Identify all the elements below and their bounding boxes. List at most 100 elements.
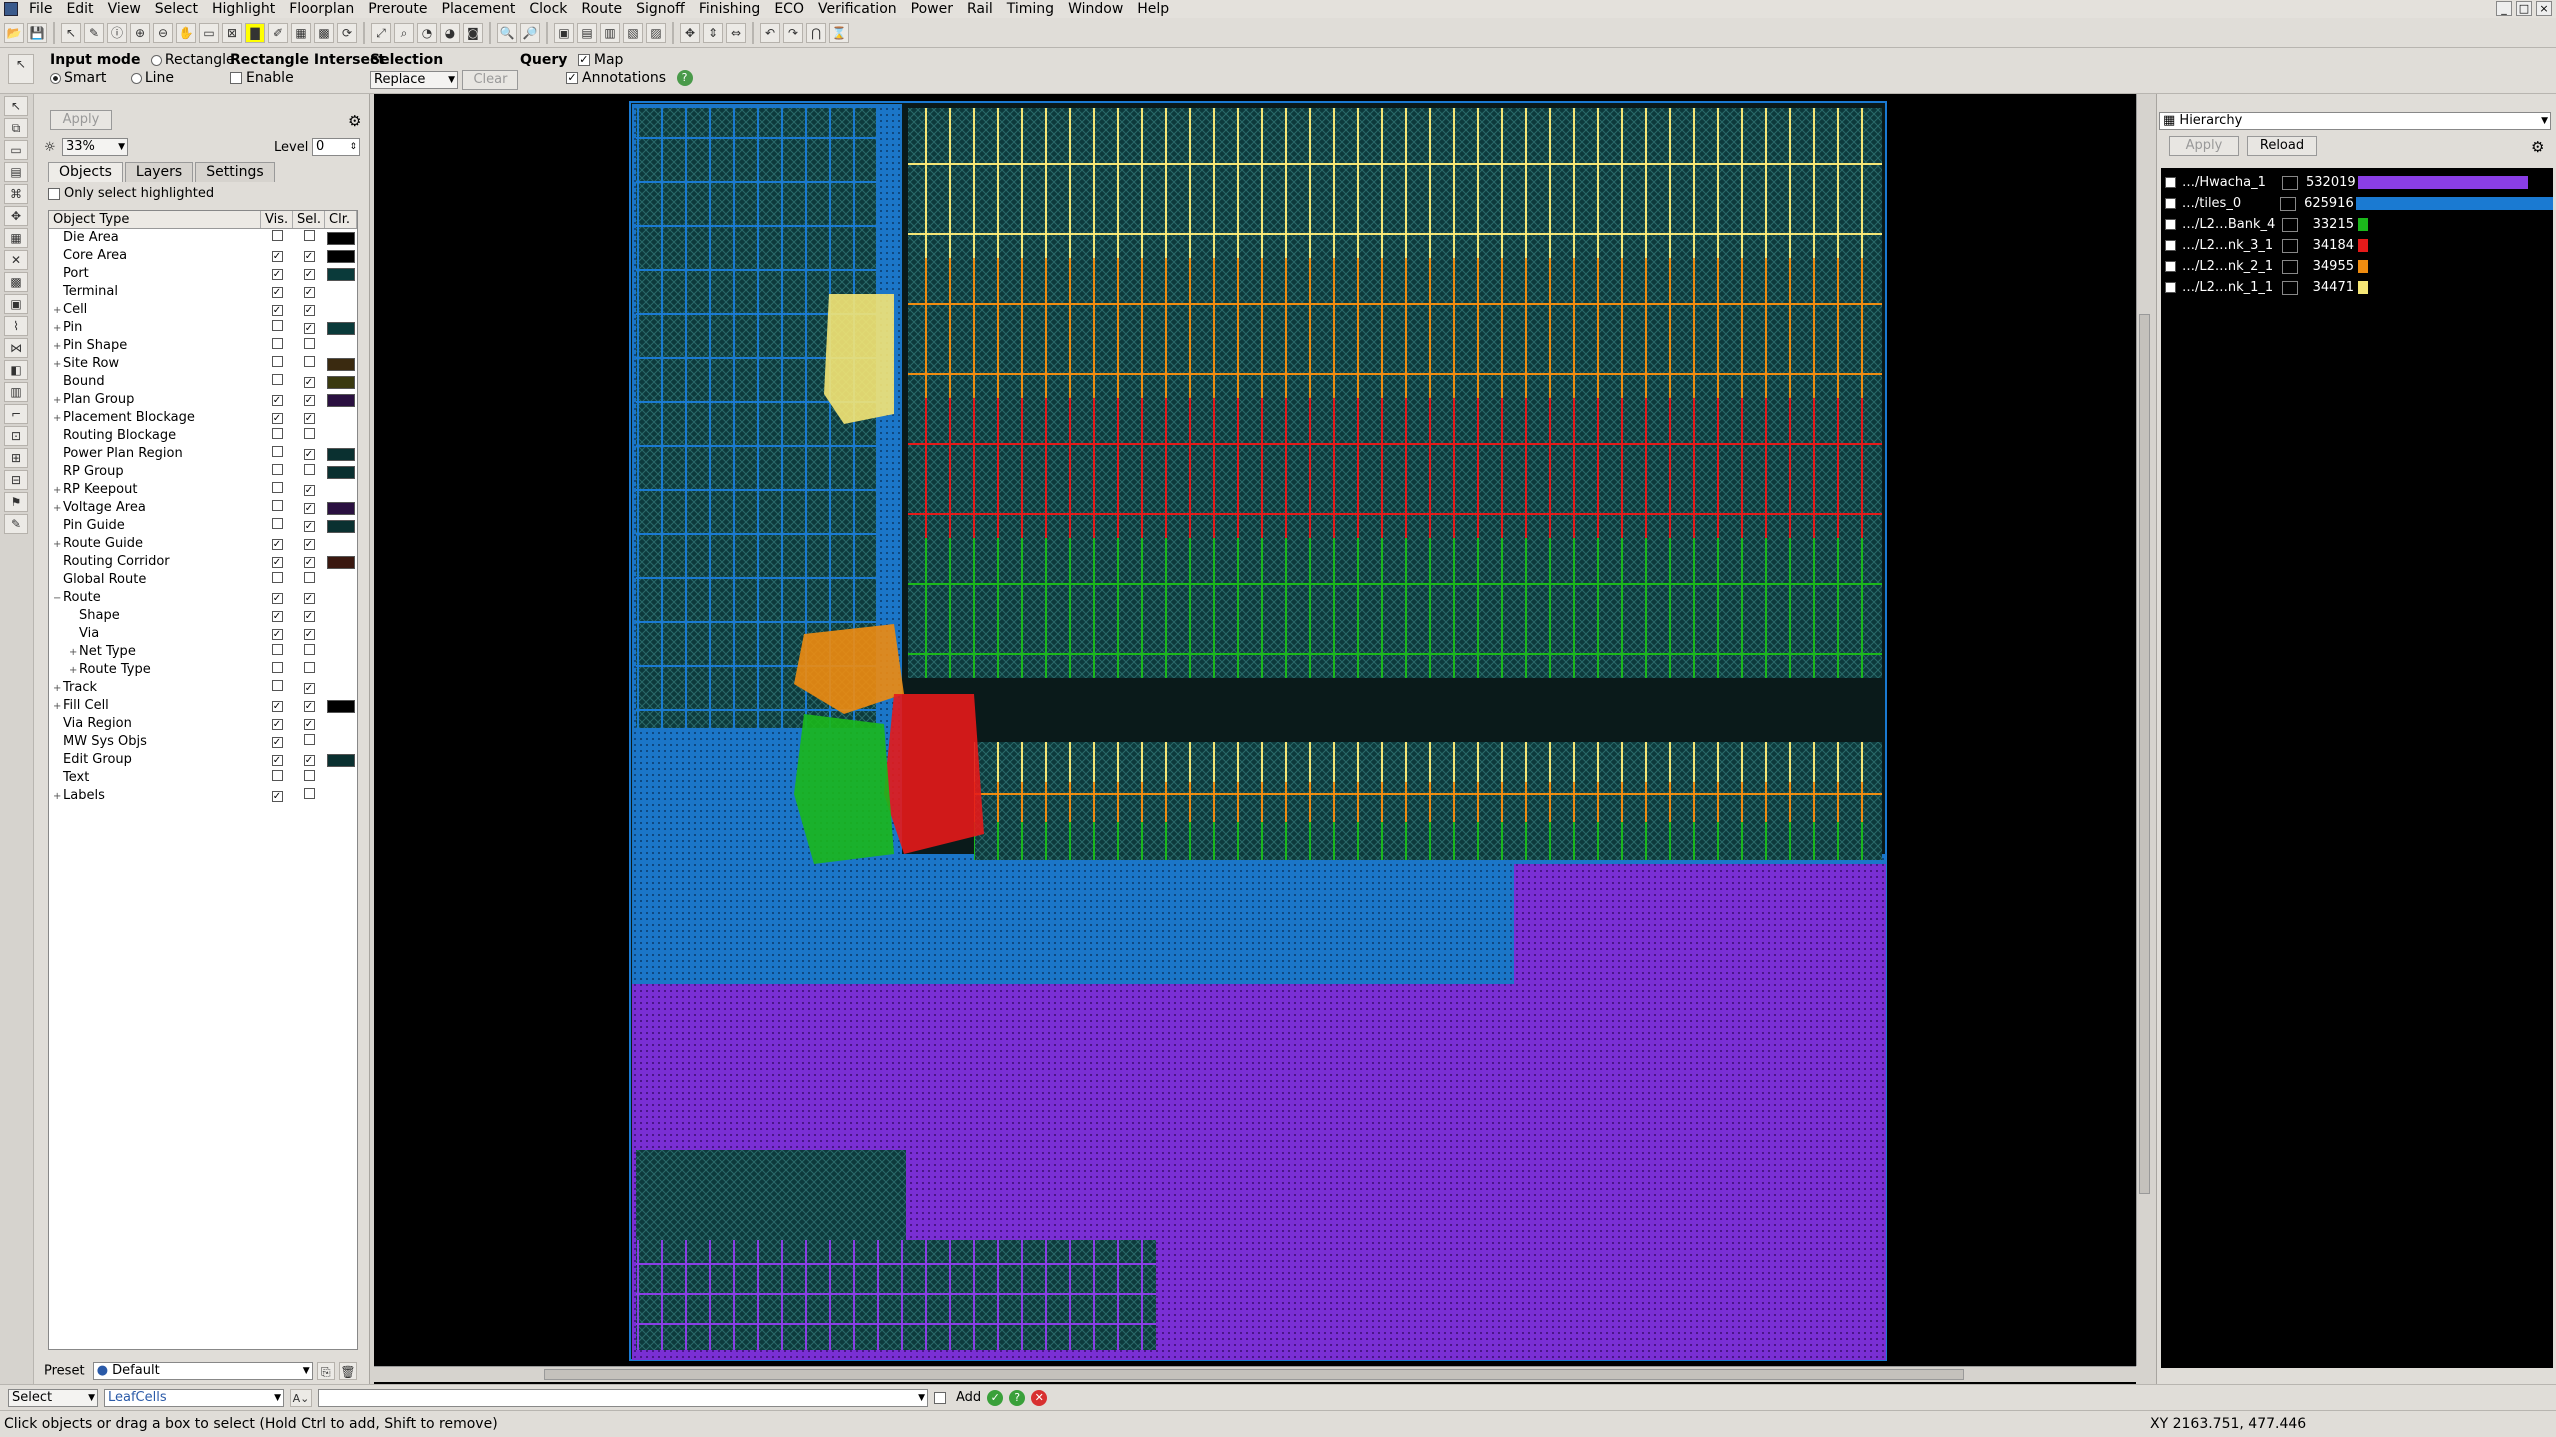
tool-select-icon[interactable]: ↖ xyxy=(4,96,28,116)
magnify-minus-icon[interactable]: 🔎 xyxy=(520,22,540,43)
expand-icon[interactable]: + xyxy=(53,320,63,338)
table-row[interactable]: + Fill Cell ✓ ✓ xyxy=(49,697,357,715)
color-fill-icon[interactable]: ▇ xyxy=(245,22,265,43)
table-row[interactable]: + Pin Shape xyxy=(49,337,357,355)
sel-checkbox[interactable] xyxy=(303,734,315,745)
history-icon[interactable]: ⌛ xyxy=(829,22,849,43)
vis-checkbox[interactable] xyxy=(271,500,283,511)
tool-measure-icon[interactable]: ⊟ xyxy=(4,470,28,490)
sel-checkbox[interactable]: ✓ xyxy=(303,521,315,532)
close-icon[interactable]: × xyxy=(2536,1,2552,16)
zoom-next-icon[interactable]: ◕ xyxy=(440,22,460,43)
hierarchy-checkbox[interactable]: ✓ xyxy=(2165,198,2176,209)
sel-checkbox[interactable]: ✓ xyxy=(303,377,315,388)
vis-checkbox[interactable] xyxy=(271,320,283,331)
expand-icon[interactable]: + xyxy=(53,698,63,716)
redo-icon[interactable]: ↷ xyxy=(783,22,803,43)
tool-link-icon[interactable]: ⌘ xyxy=(4,184,28,204)
vis-checkbox[interactable]: ✓ xyxy=(271,305,283,316)
refresh-icon[interactable]: ⟳ xyxy=(337,22,357,43)
hierarchy-checkbox[interactable]: ✓ xyxy=(2165,177,2176,188)
sel-checkbox[interactable]: ✓ xyxy=(303,611,315,622)
table-row[interactable]: + Plan Group ✓ ✓ xyxy=(49,391,357,409)
vis-checkbox[interactable] xyxy=(271,518,283,529)
table-row[interactable]: Routing Blockage xyxy=(49,427,357,445)
color-swatch[interactable] xyxy=(327,555,355,569)
table-row[interactable]: + Placement Blockage ✓ ✓ xyxy=(49,409,357,427)
tool-move-icon[interactable]: ✥ xyxy=(4,206,28,226)
menu-edit[interactable]: Edit xyxy=(59,0,100,18)
vis-checkbox[interactable] xyxy=(271,356,283,367)
new-view-icon[interactable]: ▤ xyxy=(577,22,597,43)
spinner-icon[interactable]: ⇕ xyxy=(349,139,357,155)
tool-via-icon[interactable]: ⊡ xyxy=(4,426,28,446)
vis-checkbox[interactable]: ✓ xyxy=(271,593,283,604)
expand-icon[interactable]: + xyxy=(53,392,63,410)
sel-checkbox[interactable] xyxy=(303,464,315,475)
vis-checkbox[interactable]: ✓ xyxy=(271,701,283,712)
col-vis[interactable]: Vis. xyxy=(261,211,293,228)
only-highlighted-checkbox[interactable] xyxy=(48,187,60,200)
query-icon[interactable]: ⓘ xyxy=(107,22,127,43)
table-row[interactable]: Bound ✓ xyxy=(49,373,357,391)
color-swatch[interactable] xyxy=(327,393,355,407)
tool-box-icon[interactable]: ▭ xyxy=(4,140,28,160)
open-icon[interactable]: 📂 xyxy=(4,22,24,43)
brush-icon[interactable]: ✐ xyxy=(268,22,288,43)
color-swatch[interactable] xyxy=(327,465,355,479)
expand-icon[interactable]: + xyxy=(53,788,63,806)
hierarchy-checkbox[interactable]: ✓ xyxy=(2165,261,2176,272)
menu-clock[interactable]: Clock xyxy=(522,0,574,18)
distribute-icon[interactable]: ⇔ xyxy=(726,22,746,43)
color-swatch[interactable] xyxy=(327,267,355,281)
select-arrow-icon[interactable]: ↖ xyxy=(61,22,81,43)
vis-checkbox[interactable]: ✓ xyxy=(271,269,283,280)
menu-help[interactable]: Help xyxy=(1130,0,1176,18)
enable-checkbox[interactable] xyxy=(230,72,242,84)
cancel-icon[interactable]: ✕ xyxy=(1031,1389,1048,1406)
sel-checkbox[interactable] xyxy=(303,338,315,349)
tool-cells-icon[interactable]: ▣ xyxy=(4,294,28,314)
vscroll-thumb[interactable] xyxy=(2139,314,2150,1194)
sel-checkbox[interactable]: ✓ xyxy=(303,755,315,766)
table-row[interactable]: MW Sys Objs ✓ xyxy=(49,733,357,751)
vis-checkbox[interactable] xyxy=(271,662,283,673)
expand-icon[interactable]: + xyxy=(53,302,63,320)
table-row[interactable]: + Site Row xyxy=(49,355,357,373)
hierarchy-swatch[interactable] xyxy=(2282,217,2298,232)
hierarchy-checkbox[interactable]: ✓ xyxy=(2165,240,2176,251)
sel-checkbox[interactable]: ✓ xyxy=(303,593,315,604)
color-swatch[interactable] xyxy=(327,231,355,245)
vis-checkbox[interactable] xyxy=(271,464,283,475)
table-row[interactable]: − Route ✓ ✓ xyxy=(49,589,357,607)
magnify-icon[interactable]: 🔍 xyxy=(497,22,517,43)
tool-grid-icon[interactable]: ▥ xyxy=(4,382,28,402)
vis-checkbox[interactable]: ✓ xyxy=(271,611,283,622)
table-row[interactable]: + RP Keepout ✓ xyxy=(49,481,357,499)
table-row[interactable]: RP Group xyxy=(49,463,357,481)
color-swatch[interactable] xyxy=(327,447,355,461)
vis-checkbox[interactable]: ✓ xyxy=(271,791,283,802)
hierarchy-row[interactable]: ✓ …/L2…nk_2_1 34955 xyxy=(2161,256,2553,277)
col-clr[interactable]: Clr. xyxy=(325,211,357,228)
ruler-icon[interactable]: ▭ xyxy=(199,22,219,43)
table-row[interactable]: Die Area xyxy=(49,229,357,247)
vis-checkbox[interactable]: ✓ xyxy=(271,737,283,748)
table-row[interactable]: + Voltage Area ✓ xyxy=(49,499,357,517)
tool-edit-icon[interactable]: ✎ xyxy=(4,514,28,534)
table-row[interactable]: Via Region ✓ ✓ xyxy=(49,715,357,733)
table-row[interactable]: + Pin ✓ xyxy=(49,319,357,337)
zoom-in-icon[interactable]: ⊕ xyxy=(130,22,150,43)
clear-ruler-icon[interactable]: ⊠ xyxy=(222,22,242,43)
zoom-area-icon[interactable]: ⌕ xyxy=(394,22,414,43)
tool-route-icon[interactable]: ⌇ xyxy=(4,316,28,336)
menu-highlight[interactable]: Highlight xyxy=(205,0,282,18)
sel-checkbox[interactable]: ✓ xyxy=(303,485,315,496)
tool-layers-icon[interactable]: ▦ xyxy=(4,228,28,248)
expand-icon[interactable]: + xyxy=(69,662,79,680)
menu-route[interactable]: Route xyxy=(574,0,629,18)
color-swatch[interactable] xyxy=(327,357,355,371)
vis-checkbox[interactable]: ✓ xyxy=(271,557,283,568)
menu-power[interactable]: Power xyxy=(904,0,960,18)
tool-wire-icon[interactable]: ⌐ xyxy=(4,404,28,424)
